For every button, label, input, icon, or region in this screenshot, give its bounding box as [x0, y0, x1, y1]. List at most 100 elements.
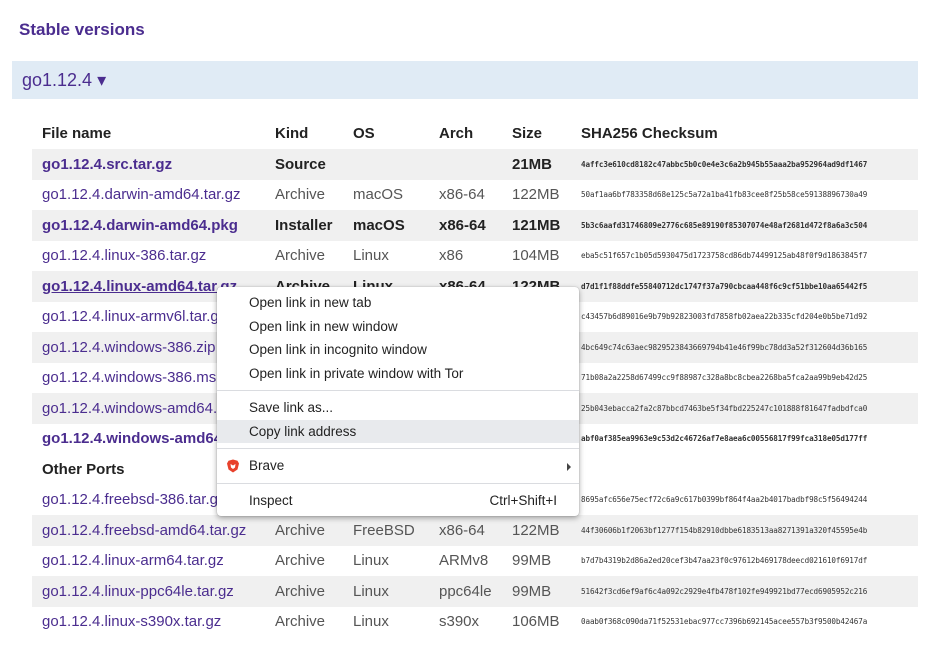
file-link[interactable]: go1.12.4.linux-armv6l.tar.gz	[42, 308, 226, 325]
arch-cell: x86-64	[429, 210, 502, 241]
os-cell: Linux	[353, 613, 389, 631]
version-label[interactable]: go1.12.4 ▾	[22, 70, 106, 90]
file-name-cell: go1.12.4.darwin-amd64.tar.gz	[32, 180, 265, 211]
header-os: OS	[353, 124, 375, 142]
os-cell	[343, 149, 429, 180]
kind-cell: Archive	[265, 576, 343, 607]
file-link[interactable]: go1.12.4.windows-386.msi	[42, 369, 220, 386]
checksum-cell: 5b3c6aafd31746809e2776c685e89190f8530707…	[571, 210, 918, 241]
checksum-cell: 4affc3e610cd8182c47abbc5b0c0e4e3c6a2b945…	[571, 149, 918, 180]
menu-separator	[217, 448, 579, 449]
size-cell: 121MB	[502, 210, 571, 241]
menu-open-new-tab[interactable]: Open link in new tab	[217, 291, 579, 315]
menu-copy-link-address[interactable]: Copy link address	[217, 419, 579, 443]
menu-brave[interactable]: Brave	[217, 454, 579, 478]
checksum-cell: b7d7b4319b2d86a2ed20cef3b47aa23f0c97612b…	[581, 556, 868, 566]
menu-open-incognito[interactable]: Open link in incognito window	[217, 338, 579, 362]
header-file-name: File name	[42, 124, 112, 142]
arch-cell: x86-64	[429, 515, 502, 546]
checksum-cell: 0aab0f368c090da71f52531ebac977cc7396b692…	[581, 617, 868, 627]
kind-cell: Archive	[275, 186, 326, 204]
os-cell: Linux	[353, 247, 389, 265]
menu-inspect-label: Inspect	[249, 492, 293, 508]
header-kind: Kind	[275, 124, 309, 142]
file-link[interactable]: go1.12.4.linux-amd64.tar.gz	[42, 278, 237, 295]
arch-cell: x86	[439, 247, 464, 265]
file-link[interactable]: go1.12.4.freebsd-amd64.tar.gz	[42, 522, 246, 539]
os-cell: macOS	[343, 210, 429, 241]
file-link[interactable]: go1.12.4.freebsd-386.tar.gz	[42, 491, 225, 508]
size-cell: 122MB	[502, 515, 571, 546]
file-link[interactable]: go1.12.4.darwin-amd64.pkg	[42, 217, 238, 234]
checksum-cell: 25b043ebacca2fa2c87bbcd7463be5f34fbd2252…	[571, 393, 918, 424]
header-arch: Arch	[439, 124, 474, 142]
arch-cell	[429, 149, 502, 180]
table-row: go1.12.4.darwin-amd64.tar.gz Archive macOS…	[32, 180, 918, 211]
file-name-cell: go1.12.4.freebsd-amd64.tar.gz	[32, 515, 265, 546]
file-link[interactable]: go1.12.4.darwin-amd64.tar.gz	[42, 186, 240, 203]
os-cell: Linux	[353, 552, 389, 570]
table-row: go1.12.4.freebsd-amd64.tar.gz Archive Free…	[32, 515, 918, 546]
file-name-cell: go1.12.4.darwin-amd64.pkg	[32, 210, 265, 241]
kind-cell: Source	[265, 149, 343, 180]
menu-open-new-window[interactable]: Open link in new window	[217, 315, 579, 339]
file-link[interactable]: go1.12.4.linux-arm64.tar.gz	[42, 552, 224, 569]
kind-cell: Archive	[275, 552, 326, 570]
checksum-cell: d7d1f1f88ddfe55840712dc1747f37a790cbcaa4…	[571, 271, 918, 302]
menu-brave-label: Brave	[249, 458, 285, 473]
menu-open-tor-window[interactable]: Open link in private window with Tor	[217, 362, 579, 386]
size-cell: 99MB	[512, 552, 552, 570]
file-link[interactable]: go1.12.4.windows-amd64.zip	[42, 400, 236, 417]
checksum-cell: eba5c51f657c1b05d5930475d1723758cd86db74…	[581, 251, 868, 261]
arch-cell: x86-64	[439, 186, 485, 204]
menu-inspect-shortcut: Ctrl+Shift+I	[489, 492, 557, 508]
checksum-cell: 44f30606b1f2063bf1277f154b82910dbbe61835…	[571, 515, 918, 546]
kind-cell: Archive	[275, 247, 326, 265]
file-link[interactable]: go1.12.4.linux-s390x.tar.gz	[42, 613, 221, 630]
size-cell: 104MB	[512, 247, 560, 265]
os-cell: Linux	[343, 576, 429, 607]
file-name-cell: go1.12.4.linux-arm64.tar.gz	[32, 546, 265, 577]
file-link[interactable]: go1.12.4.src.tar.gz	[42, 156, 172, 173]
size-cell: 106MB	[512, 613, 560, 631]
context-menu: Open link in new tab Open link in new wi…	[217, 287, 579, 516]
size-cell: 122MB	[512, 186, 560, 204]
file-name-cell: go1.12.4.linux-s390x.tar.gz	[32, 607, 265, 638]
arch-cell: ppc64le	[429, 576, 502, 607]
table-row: go1.12.4.src.tar.gz Source 21MB 4affc3e610c…	[32, 149, 918, 180]
file-name-cell: go1.12.4.linux-386.tar.gz	[32, 241, 265, 272]
brave-lion-icon	[227, 459, 239, 473]
checksum-cell: c43457b6d89016e9b79b92823003fd7858fb02ae…	[581, 312, 868, 322]
table-row: go1.12.4.linux-arm64.tar.gz Archive Linux A…	[32, 546, 918, 577]
table-row: go1.12.4.darwin-amd64.pkg Installer macOS x…	[32, 210, 918, 241]
size-cell: 99MB	[502, 576, 571, 607]
file-link[interactable]: go1.12.4.linux-ppc64le.tar.gz	[42, 583, 234, 600]
menu-separator	[217, 482, 579, 484]
checksum-cell: 71b08a2a2258d67499cc9f88987c328a8bc8cbea…	[581, 373, 868, 383]
file-link[interactable]: go1.12.4.linux-386.tar.gz	[42, 247, 206, 264]
kind-cell: Installer	[265, 210, 343, 241]
header-size: Size	[512, 124, 543, 142]
submenu-arrow-icon	[567, 463, 571, 471]
table-row: go1.12.4.linux-s390x.tar.gz Archive Linux s…	[32, 607, 918, 638]
os-cell: FreeBSD	[343, 515, 429, 546]
checksum-cell: 8695afc656e75ecf72c6a9c617b0399bf864f4aa…	[581, 495, 868, 505]
table-row: go1.12.4.linux-ppc64le.tar.gz Archive Linu…	[32, 576, 918, 607]
os-cell: macOS	[353, 186, 404, 204]
section-title: Stable versions	[19, 20, 145, 39]
table-row: go1.12.4.linux-386.tar.gz Archive Linux x86…	[32, 241, 918, 272]
header-checksum: SHA256 Checksum	[581, 124, 718, 142]
menu-inspect[interactable]: Inspect Ctrl+Shift+I	[217, 489, 579, 513]
version-toggle[interactable]: go1.12.4 ▾	[12, 61, 918, 99]
arch-cell: ARMv8	[439, 552, 489, 570]
file-name-cell: go1.12.4.linux-ppc64le.tar.gz	[32, 576, 265, 607]
size-cell: 21MB	[502, 149, 571, 180]
file-name-cell: go1.12.4.src.tar.gz	[32, 149, 265, 180]
menu-save-link-as[interactable]: Save link as...	[217, 396, 579, 420]
kind-cell: Archive	[275, 613, 326, 631]
kind-cell: Archive	[265, 515, 343, 546]
file-link[interactable]: go1.12.4.windows-386.zip	[42, 339, 215, 356]
table-header-row: File name Kind OS Arch Size SHA256 Check…	[32, 117, 918, 149]
arch-cell: s390x	[439, 613, 480, 631]
checksum-cell: 50af1aa6bf783358d68e125c5a72a1ba41fb83ce…	[581, 190, 868, 200]
